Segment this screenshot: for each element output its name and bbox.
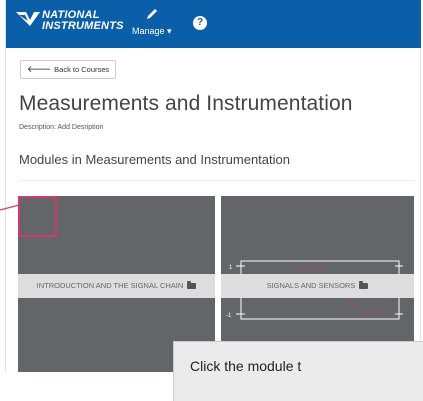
logo-line-2: INSTRUMENTS [42,20,124,32]
folder-icon [359,281,369,290]
pencil-icon [147,9,157,19]
callout-pointer-line [0,204,20,211]
tooltip-text: Click the module t [190,358,302,374]
arrow-left-icon: 🡐 [27,64,52,74]
module-title: INTRODUCTION AND THE SIGNAL CHAIN [36,281,184,290]
course-description: Description: Add Desription [19,124,104,131]
plot-tick-label: -1 [226,313,232,319]
back-to-courses-button[interactable]: 🡐 Back to Courses [20,60,117,79]
manage-dropdown[interactable]: Manage ▾ [132,8,176,40]
divider [19,180,414,181]
module-title: SIGNALS AND SENSORS [266,281,356,290]
help-icon[interactable]: ? [193,16,207,30]
folder-icon [187,281,197,290]
plot-tick-label: 1 [229,265,233,271]
highlight-box [18,196,57,237]
modules-heading: Modules in Measurements and Instrumentat… [19,152,290,167]
manage-label: Manage ▾ [132,26,172,36]
module-title-band: SIGNALS AND SENSORS [221,274,414,298]
page-title: Measurements and Instrumentation [19,92,353,115]
logo-text: NATIONAL INSTRUMENTS [42,10,124,32]
instruction-tooltip: Click the module t [173,341,423,401]
ni-logo[interactable]: NATIONAL INSTRUMENTS [16,8,126,40]
module-title-band: INTRODUCTION AND THE SIGNAL CHAIN [18,274,215,298]
caret-down-icon: ▾ [167,26,172,36]
top-navbar: NATIONAL INSTRUMENTS Manage ▾ ? [6,0,421,48]
back-button-label: Back to Courses [54,65,110,74]
app-frame: NATIONAL INSTRUMENTS Manage ▾ ? 🡐 Back t… [0,0,423,401]
